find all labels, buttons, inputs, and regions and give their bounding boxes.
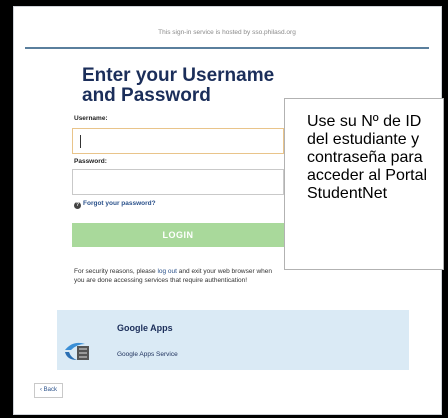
password-field[interactable] — [72, 169, 284, 195]
title-line-1: Enter your Username — [82, 65, 275, 86]
google-apps-icon — [65, 342, 89, 360]
google-apps-service[interactable]: Google Apps Google Apps Service — [57, 310, 409, 370]
forgot-password-text: Forgot your password? — [83, 200, 156, 207]
question-icon: ? — [74, 202, 81, 209]
password-label: Password: — [74, 158, 107, 165]
chevron-left-icon: ‹ — [40, 387, 42, 393]
service-description: Google Apps Service — [117, 351, 178, 358]
username-label: Username: — [74, 115, 108, 122]
service-name: Google Apps — [117, 323, 173, 333]
back-button[interactable]: ‹ Back — [34, 383, 64, 398]
security-notice: For security reasons, please log out and… — [74, 268, 284, 285]
page-title: Enter your Username and Password — [82, 66, 274, 106]
username-field[interactable] — [72, 128, 284, 154]
instruction-callout: Use su Nº de ID del estudiante y contras… — [284, 98, 444, 270]
forgot-password-link[interactable]: ? Forgot your password? — [74, 200, 156, 209]
text-caret — [80, 135, 81, 148]
title-line-2: and Password — [82, 85, 211, 106]
login-button[interactable]: LOGIN — [72, 223, 284, 247]
logout-link[interactable]: log out — [157, 268, 177, 275]
back-label: Back — [43, 387, 58, 393]
security-text-1: For security reasons, please — [74, 268, 158, 275]
host-banner: This sign-in service is hosted by sso.ph… — [25, 16, 429, 49]
